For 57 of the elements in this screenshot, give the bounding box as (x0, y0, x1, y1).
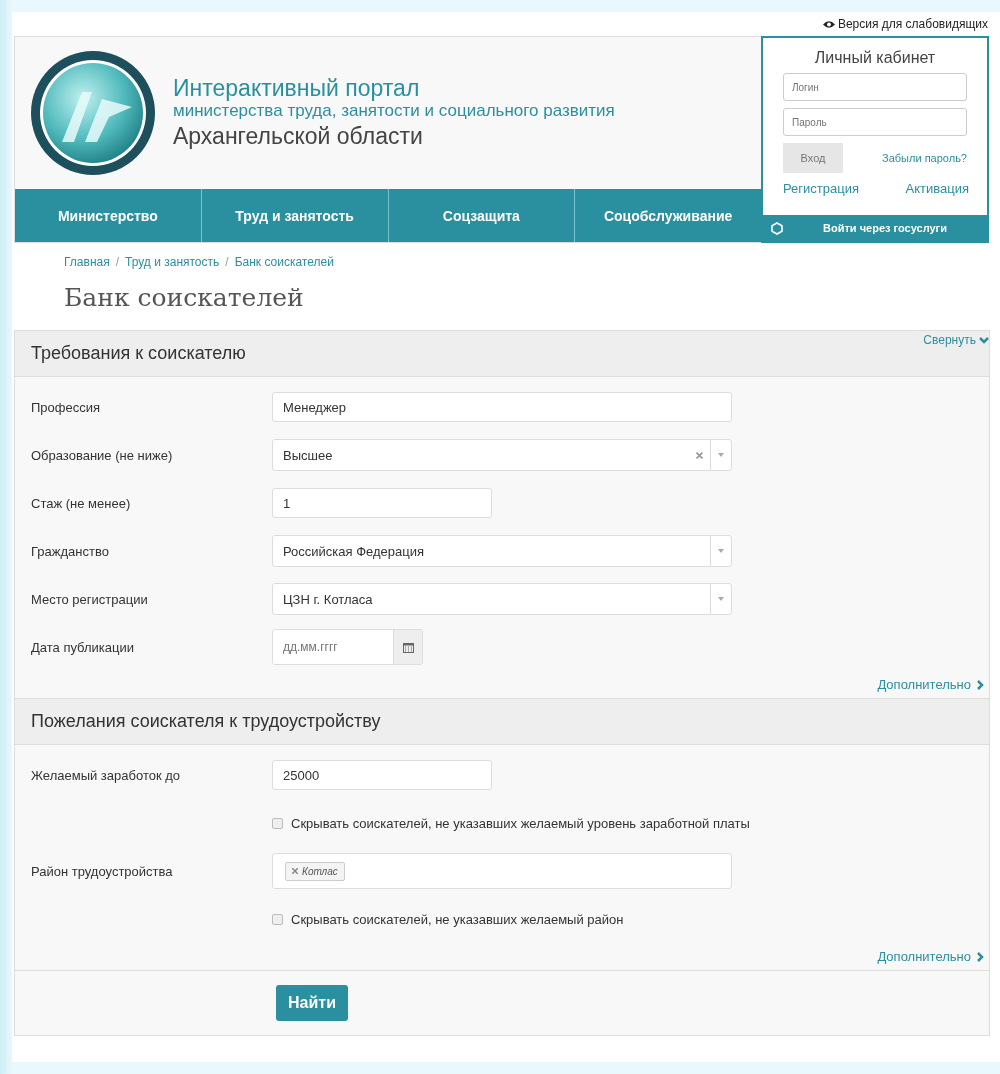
select-field[interactable]: Высшее (272, 439, 732, 471)
portal-title: Интерактивный портал (173, 75, 421, 101)
tags-field[interactable]: Котлас (272, 853, 732, 889)
login-button[interactable]: Вход (783, 143, 843, 173)
field-label: Образование (не ниже) (30, 447, 174, 463)
login-field[interactable]: Логин (783, 73, 967, 101)
eye-icon (822, 19, 835, 29)
clear-icon[interactable] (696, 451, 703, 459)
dropdown-arrow-icon[interactable] (718, 453, 724, 457)
nav-item[interactable]: Министерство (15, 189, 202, 242)
portal-subtitle: министерства труда, занятости и социального развития (173, 101, 615, 121)
text-field[interactable]: 1 (272, 488, 492, 518)
field-label: Район трудоустройства (30, 863, 174, 879)
field-label: Профессия (30, 399, 102, 415)
gosuslugi-button[interactable]: Войти через госуслуги (763, 215, 987, 241)
dropdown-arrow-icon[interactable] (718, 597, 724, 601)
field-label: Место регистрации (30, 591, 149, 607)
field-label: Гражданство (30, 543, 110, 559)
hexagon-icon (771, 221, 783, 235)
more-link[interactable]: Дополнительно (877, 677, 985, 692)
checkbox-label: Скрывать соискателей, не указавших желаемый уровень заработной платы (291, 815, 750, 831)
chevron-right-icon (975, 951, 985, 962)
nav-item[interactable]: Труд и занятость (201, 189, 389, 242)
forgot-password-link[interactable]: Забыли пароль? (882, 152, 967, 164)
activate-link[interactable]: Активация (905, 181, 969, 196)
section-header: Пожелания соискателя к трудоустройству (15, 698, 989, 745)
more-link[interactable]: Дополнительно (877, 949, 985, 964)
search-button[interactable]: Найти (276, 985, 348, 1021)
region-title: Архангельской области (173, 122, 424, 151)
chevron-down-icon (979, 335, 989, 345)
chevron-right-icon (975, 679, 985, 690)
remove-icon[interactable] (292, 868, 298, 874)
select-field[interactable]: ЦЗН г. Котласа (272, 583, 732, 615)
breadcrumb-link[interactable]: Труд и занятость (125, 255, 220, 269)
password-field[interactable]: Пароль (783, 108, 967, 136)
breadcrumb-link[interactable]: Главная (64, 255, 110, 269)
field-label: Стаж (не менее) (30, 495, 132, 511)
page-title: Банк соискателей (64, 283, 305, 312)
checkbox[interactable] (272, 913, 283, 925)
checkbox-label: Скрывать соискателей, не указавших желаемый район (291, 911, 624, 927)
field-label: Дата публикации (30, 639, 135, 655)
nav-item[interactable]: Соцобслуживание (575, 189, 761, 242)
breadcrumb-separator: / (115, 255, 120, 269)
nav-item[interactable]: Соцзащита (388, 189, 576, 242)
collapse-link[interactable]: Свернуть (923, 333, 989, 347)
text-field[interactable]: Менеджер (272, 392, 732, 422)
tag-chip[interactable]: Котлас (285, 861, 345, 881)
text-field[interactable]: 25000 (272, 760, 492, 790)
field-label: Желаемый заработок до (30, 767, 182, 783)
accessibility-link[interactable]: Версия для слабовидящих (822, 17, 988, 31)
select-field[interactable]: Российская Федерация (272, 535, 732, 567)
register-link[interactable]: Регистрация (783, 181, 859, 196)
checkbox[interactable] (272, 817, 283, 829)
breadcrumb-link[interactable]: Банк соискателей (234, 255, 334, 269)
account-title: Личный кабинет (813, 49, 937, 67)
breadcrumb-separator: / (225, 255, 229, 269)
dropdown-arrow-icon[interactable] (718, 549, 724, 553)
